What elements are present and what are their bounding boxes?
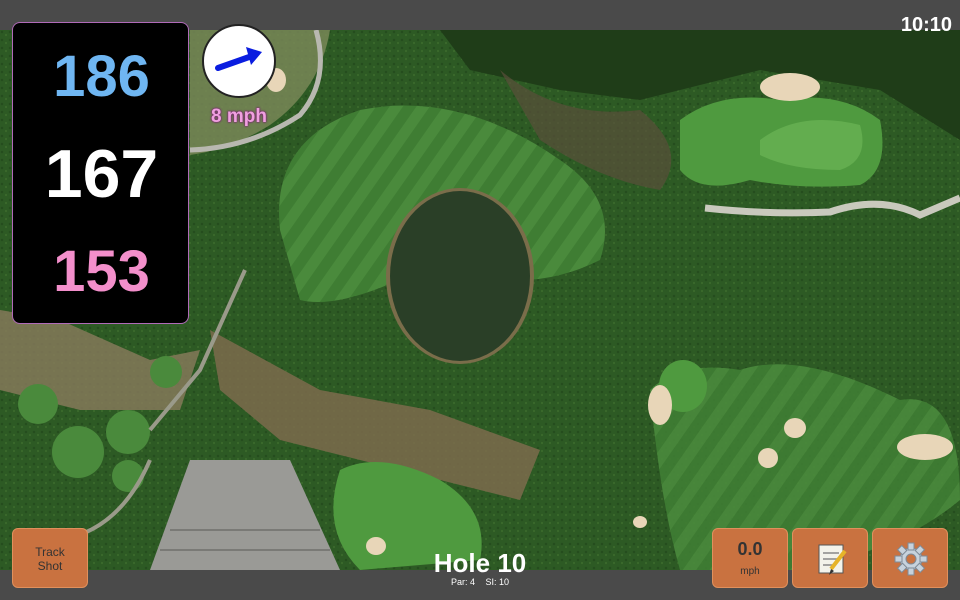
distance-center: 167 — [44, 136, 159, 212]
hole-title: Hole 10 — [433, 548, 527, 578]
distance-panel: 186 167 153 — [12, 22, 189, 324]
notes-button[interactable] — [792, 528, 868, 588]
hole-stroke-index: SI: 10 — [485, 577, 510, 587]
settings-button[interactable] — [872, 528, 948, 588]
speed-value: 0.0 — [737, 539, 763, 559]
distance-front: 153 — [53, 239, 150, 304]
track-shot-label-2: Shot — [37, 559, 63, 573]
wind-speed: 8 mph — [211, 106, 267, 127]
speed-unit: mph — [740, 566, 760, 577]
distance-back: 186 — [53, 44, 150, 109]
hole-par: Par: 4 — [450, 577, 475, 587]
track-shot-label-1: Track — [35, 545, 65, 559]
wind-arrow-icon — [215, 47, 262, 71]
track-shot-button[interactable]: Track Shot — [12, 528, 88, 588]
gear-icon — [894, 542, 928, 576]
clock: 10:10 — [900, 14, 952, 36]
hole-info: Par: 4 SI: 10 — [380, 577, 580, 587]
speed-button[interactable]: 0.0 mph — [712, 528, 788, 588]
wind-indicator — [202, 24, 276, 98]
notepad-icon — [818, 544, 847, 575]
